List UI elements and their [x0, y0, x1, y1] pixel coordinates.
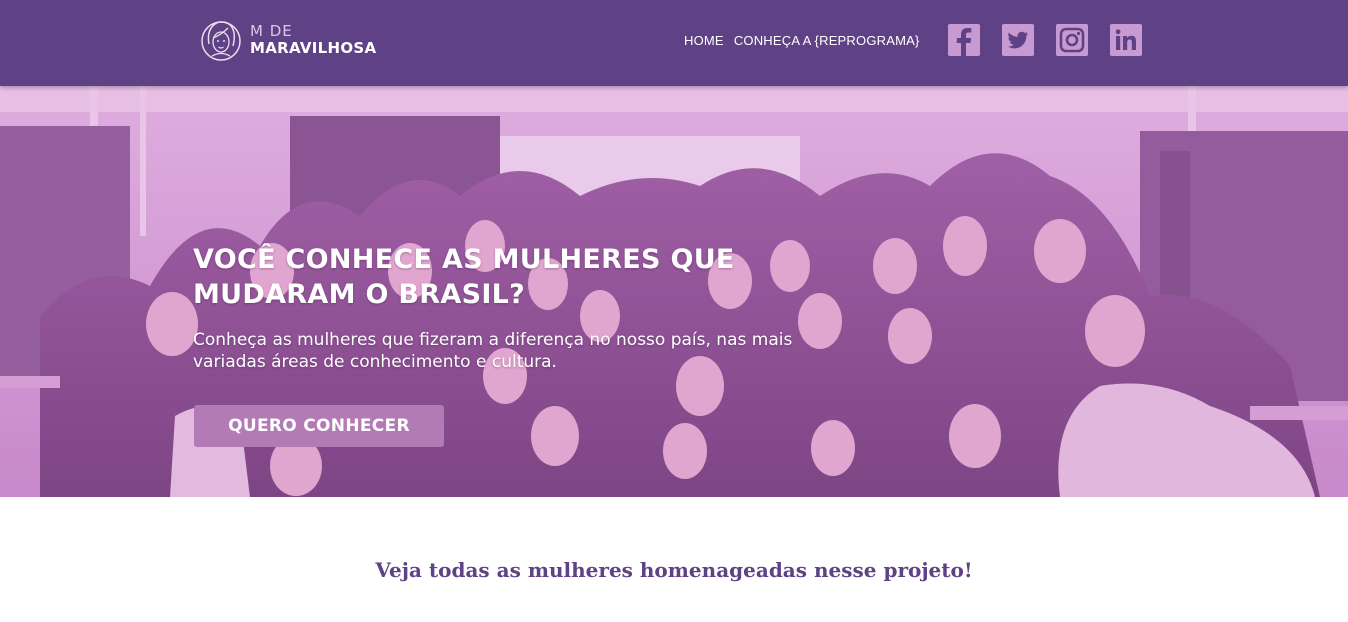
nav-reprograma-link[interactable]: CONHEÇA A {REPROGRAMA} [734, 33, 920, 48]
hero-title-line-1: VOCÊ CONHECE AS MULHERES QUE [193, 244, 735, 275]
hero-content: VOCÊ CONHECE AS MULHERES QUE MUDARAM O B… [193, 242, 873, 373]
social-links [948, 24, 1142, 56]
brand-logo[interactable]: M DE MARAVILHOSA [200, 15, 376, 65]
main-nav: HOME CONHEÇA A {REPROGRAMA} [684, 33, 920, 48]
linkedin-icon[interactable] [1110, 24, 1142, 56]
quero-conhecer-button[interactable]: QUERO CONHECER [194, 405, 444, 447]
hero-title: VOCÊ CONHECE AS MULHERES QUE MUDARAM O B… [193, 242, 873, 312]
woman-face-logo-icon [201, 21, 241, 61]
twitter-icon[interactable] [1002, 24, 1034, 56]
section-title: Veja todas as mulheres homenageadas ness… [375, 558, 973, 582]
site-header: M DE MARAVILHOSA HOME CONHEÇA A {REPROGR… [0, 0, 1348, 86]
instagram-icon[interactable] [1056, 24, 1088, 56]
brand-line-2: MARAVILHOSA [250, 39, 377, 57]
hero-banner: VOCÊ CONHECE AS MULHERES QUE MUDARAM O B… [0, 86, 1348, 497]
hero-title-line-2: MUDARAM O BRASIL? [193, 279, 526, 310]
nav-home-link[interactable]: HOME [684, 33, 724, 48]
hero-subtitle: Conheça as mulheres que fizeram a difere… [193, 330, 793, 372]
brand-line-1: M DE [250, 22, 293, 40]
facebook-icon[interactable] [948, 24, 980, 56]
